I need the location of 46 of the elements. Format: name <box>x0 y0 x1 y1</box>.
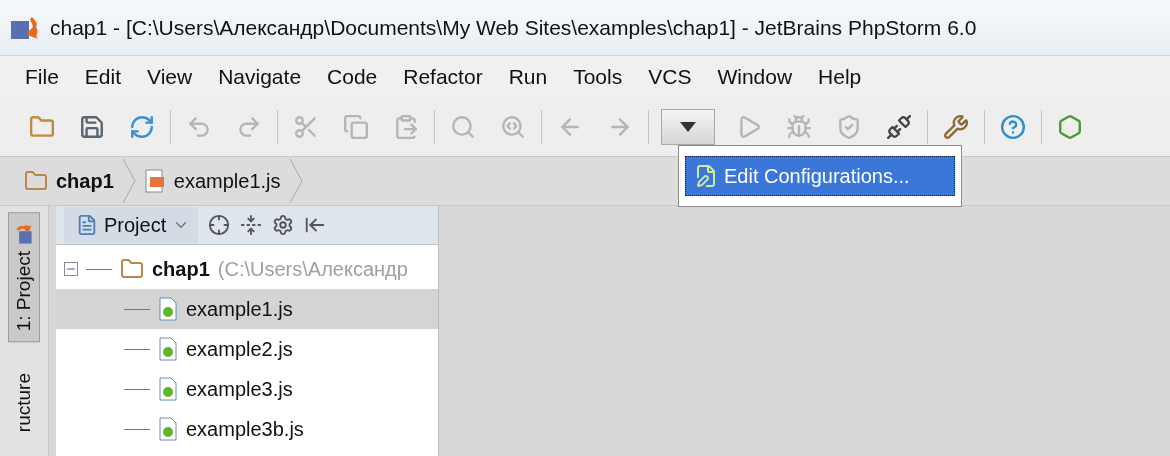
window-title: chap1 - [C:\Users\Александр\Documents\My Web Sites\examples\chap1] - JetBrains PhpStorm 6.0 <box>50 15 977 40</box>
caret-icon <box>679 121 697 133</box>
path-text: (C:\Users\Александр <box>217 257 408 281</box>
file-icon <box>158 337 178 361</box>
file-name: example1.js <box>186 297 293 321</box>
menu-item[interactable]: Run <box>495 65 561 89</box>
menu-item[interactable]: Help <box>805 65 875 89</box>
menu-item[interactable]: Edit Configurations... <box>685 156 955 196</box>
file-icon <box>158 377 178 401</box>
menu-item[interactable]: File <box>12 65 72 89</box>
menu-item[interactable]: View <box>134 65 206 89</box>
locate-icon[interactable] <box>208 214 231 236</box>
folder-icon <box>24 169 48 193</box>
file-name: example2.js <box>186 337 293 361</box>
view-icon <box>76 214 98 236</box>
file-icon <box>158 417 178 441</box>
breadcrumb-item[interactable]: example1.js <box>143 169 281 193</box>
menu-item[interactable]: Tools <box>560 65 636 89</box>
tree-row[interactable]: example1.js <box>56 289 438 329</box>
menu-item[interactable]: Edit <box>71 65 135 89</box>
menu-item[interactable]: Window <box>704 65 806 89</box>
js-file-icon <box>143 169 166 193</box>
chevron-separator <box>288 159 303 203</box>
menu-item[interactable]: VCS <box>635 65 705 89</box>
app-logo-icon <box>14 222 34 244</box>
file-icon <box>158 297 178 321</box>
tree-row[interactable]: example2.js <box>56 329 438 369</box>
expander-icon[interactable] <box>64 262 78 276</box>
tree-row[interactable]: example3b.js <box>56 409 438 449</box>
file-name: example3b.js <box>186 417 304 441</box>
collapse-icon[interactable] <box>240 214 263 236</box>
edit-file-icon <box>694 164 718 188</box>
menu-item[interactable]: Refactor <box>390 65 496 89</box>
dropdown-button[interactable] <box>661 109 715 145</box>
side-tab[interactable]: ructure <box>8 362 40 444</box>
chevron-separator <box>121 159 136 203</box>
view-selector[interactable]: Project <box>64 207 199 243</box>
folder-icon <box>120 257 144 281</box>
tree-item[interactable]: chap1 <box>152 257 210 281</box>
file-name: example3.js <box>186 377 293 401</box>
menu-item[interactable]: Navigate <box>205 65 315 89</box>
tree-row[interactable]: example3.js <box>56 369 438 409</box>
side-tab[interactable]: 1: Project <box>8 212 40 343</box>
breadcrumb-item[interactable]: chap1 <box>24 169 114 193</box>
menu-item[interactable]: Code <box>314 65 391 89</box>
settings-icon[interactable] <box>272 214 295 236</box>
